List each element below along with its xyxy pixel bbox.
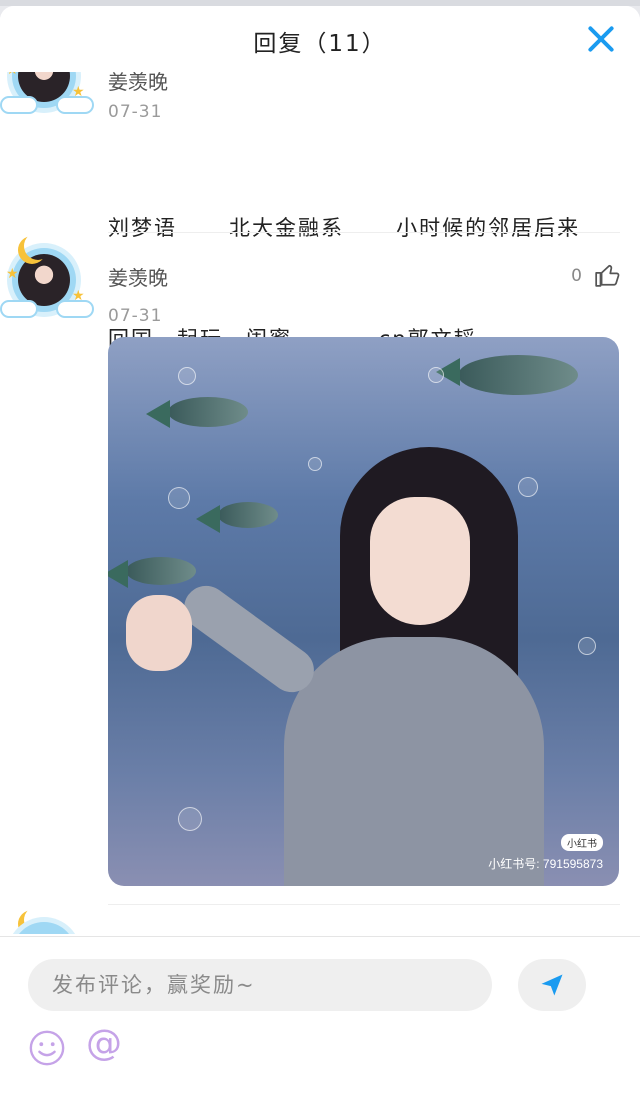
reply-sheet: 回复（11） ★ ★ 姜羡晚 07-31 刘梦语 北大金融系 小时候的邻居后来 … <box>0 6 640 1113</box>
send-button[interactable] <box>518 959 586 1011</box>
thumbs-up-icon[interactable] <box>594 262 620 288</box>
reply-header: 回复（11） <box>0 6 640 72</box>
watermark-logo: 小红书 <box>561 834 603 851</box>
mention-icon[interactable]: @ <box>86 1023 122 1064</box>
comment-input[interactable]: 发布评论，赢奖励~ <box>28 959 492 1011</box>
close-icon[interactable] <box>584 22 618 56</box>
comment-item: ★ ★ 姜羡晚 0 07-31 小红书 小红书号: 791595873 <box>0 6 640 906</box>
watermark-id: 小红书号: 791595873 <box>488 857 603 871</box>
comment-author[interactable]: 姜羡晚 <box>108 262 168 291</box>
comment-image[interactable]: 小红书 小红书号: 791595873 <box>108 337 619 886</box>
avatar[interactable] <box>0 904 94 934</box>
avatar[interactable]: ★ ★ <box>0 230 94 326</box>
comment-date: 07-31 <box>108 306 163 326</box>
send-icon <box>541 974 563 996</box>
comment-item <box>0 904 640 934</box>
reply-title: 回复（11） <box>253 31 387 57</box>
emoji-icon[interactable] <box>28 1029 66 1067</box>
comment-composer: 发布评论，赢奖励~ @ <box>0 936 640 1113</box>
like-count: 0 <box>571 266 582 286</box>
image-watermark: 小红书 小红书号: 791595873 <box>488 834 603 872</box>
